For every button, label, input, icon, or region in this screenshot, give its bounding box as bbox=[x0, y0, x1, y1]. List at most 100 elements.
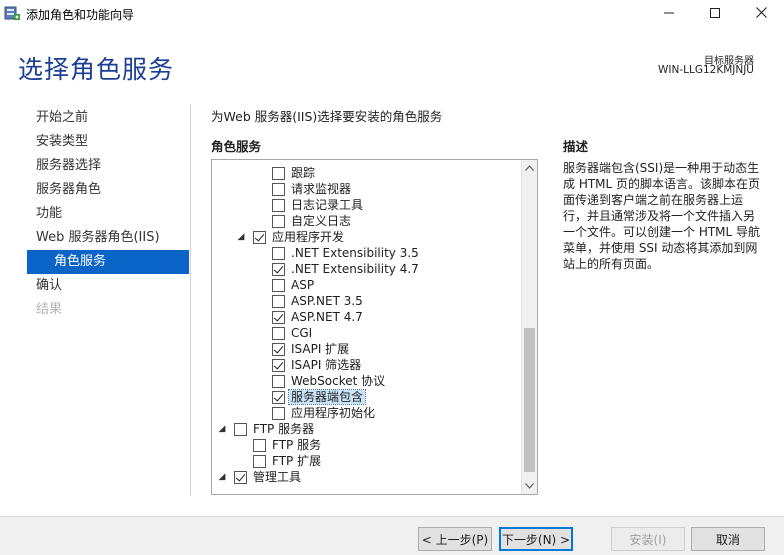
tree-item-checkbox[interactable] bbox=[272, 295, 285, 308]
nav-item-features[interactable]: 功能 bbox=[27, 202, 189, 226]
cancel-button[interactable]: 取消 bbox=[691, 527, 765, 551]
chevron-up-icon bbox=[525, 164, 534, 173]
tree-item-checkbox[interactable] bbox=[272, 247, 285, 260]
tree-item[interactable]: 应用程序初始化 bbox=[212, 405, 522, 421]
chevron-down-icon bbox=[525, 482, 534, 491]
tree-item-checkbox[interactable] bbox=[272, 375, 285, 388]
expand-toggle-icon[interactable]: ◢ bbox=[216, 469, 228, 485]
tree-item-label: .NET Extensibility 4.7 bbox=[291, 262, 419, 276]
tree-item[interactable]: WebSocket 协议 bbox=[212, 373, 522, 389]
scroll-thumb[interactable] bbox=[524, 328, 535, 472]
tree-item[interactable]: .NET Extensibility 3.5 bbox=[212, 245, 522, 261]
tree-item-checkbox[interactable] bbox=[272, 343, 285, 356]
instruction-text: 为Web 服务器(IIS)选择要安装的角色服务 bbox=[211, 109, 443, 124]
tree-item-label: ISAPI 扩展 bbox=[291, 342, 350, 356]
tree-item[interactable]: ◢ FTP 服务器 bbox=[212, 421, 522, 437]
nav-item-role-services[interactable]: 角色服务 bbox=[27, 250, 189, 274]
tree-item-checkbox[interactable] bbox=[272, 263, 285, 276]
scroll-down-button[interactable] bbox=[522, 478, 537, 494]
close-button[interactable] bbox=[738, 0, 784, 28]
server-manager-icon bbox=[4, 5, 21, 21]
tree-item-label: ASP bbox=[291, 278, 315, 292]
tree-item-label: FTP 服务器 bbox=[253, 422, 315, 436]
maximize-icon bbox=[710, 7, 720, 21]
tree-item-checkbox[interactable] bbox=[253, 439, 266, 452]
nav-item-server-selection[interactable]: 服务器选择 bbox=[27, 154, 189, 178]
tree-item[interactable]: 服务器端包含 bbox=[212, 389, 522, 405]
tree-item[interactable]: 请求监视器 bbox=[212, 181, 522, 197]
tree-item-checkbox[interactable] bbox=[272, 311, 285, 324]
tree-item[interactable]: ISAPI 扩展 bbox=[212, 341, 522, 357]
tree-item-checkbox[interactable] bbox=[272, 167, 285, 180]
tree-item-label: ASP.NET 3.5 bbox=[291, 294, 363, 308]
minimize-button[interactable] bbox=[646, 0, 692, 28]
nav-item-before-you-begin[interactable]: 开始之前 bbox=[27, 106, 189, 130]
tree-item-label: 请求监视器 bbox=[291, 182, 352, 196]
role-services-heading: 角色服务 bbox=[211, 139, 262, 154]
tree-item-checkbox[interactable] bbox=[234, 471, 247, 484]
nav-item-web-server-role[interactable]: Web 服务器角色(IIS) bbox=[27, 226, 189, 250]
nav-item-results: 结果 bbox=[36, 302, 63, 317]
tree-item[interactable]: FTP 服务 bbox=[212, 437, 522, 453]
tree-item[interactable]: .NET Extensibility 4.7 bbox=[212, 261, 522, 277]
tree-item-label: ASP.NET 4.7 bbox=[291, 310, 363, 324]
tree-item-label: CGI bbox=[291, 326, 313, 340]
tree-item-label: 管理工具 bbox=[253, 470, 302, 484]
tree-item-label: ISAPI 筛选器 bbox=[291, 358, 362, 372]
window-title: 添加角色和功能向导 bbox=[26, 8, 135, 22]
expand-toggle-icon[interactable]: ◢ bbox=[216, 421, 228, 437]
next-button[interactable]: 下一步(N) > bbox=[499, 527, 573, 551]
tree-item-label: 应用程序开发 bbox=[272, 230, 345, 244]
tree-item-label: .NET Extensibility 3.5 bbox=[291, 246, 419, 260]
tree-item-checkbox[interactable] bbox=[272, 199, 285, 212]
tree-item-checkbox[interactable] bbox=[272, 407, 285, 420]
tree-item-checkbox[interactable] bbox=[253, 231, 266, 244]
tree-items: 跟踪请求监视器日志记录工具 自定义日志 ◢ 应用程序开发 .NET Extensibil… bbox=[212, 165, 522, 485]
minimize-icon bbox=[664, 7, 674, 21]
tree-item-label: 服务器端包含 bbox=[287, 389, 367, 405]
tree-item[interactable]: FTP 扩展 bbox=[212, 453, 522, 469]
tree-item[interactable]: 跟踪 bbox=[212, 165, 522, 181]
tree-item[interactable]: CGI bbox=[212, 325, 522, 341]
tree-item-checkbox[interactable] bbox=[272, 391, 285, 404]
expand-toggle-icon[interactable]: ◢ bbox=[235, 229, 247, 245]
tree-item-checkbox[interactable] bbox=[272, 279, 285, 292]
maximize-button[interactable] bbox=[692, 0, 738, 28]
page-title: 选择角色服务 bbox=[18, 55, 175, 84]
tree-item-checkbox[interactable] bbox=[253, 455, 266, 468]
scroll-up-button[interactable] bbox=[522, 160, 537, 176]
wizard-footer: < 上一步(P) 下一步(N) > 安装(I) 取消 bbox=[0, 516, 784, 555]
tree-item-label: 跟踪 bbox=[291, 166, 316, 180]
tree-item[interactable]: ◢ 管理工具 bbox=[212, 469, 522, 485]
role-services-tree[interactable]: 跟踪请求监视器日志记录工具 自定义日志 ◢ 应用程序开发 .NET Extensibil… bbox=[211, 159, 538, 495]
previous-button[interactable]: < 上一步(P) bbox=[418, 527, 492, 551]
tree-item[interactable]: ASP.NET 4.7 bbox=[212, 309, 522, 325]
tree-item-label: FTP 服务 bbox=[272, 438, 322, 452]
tree-item-checkbox[interactable] bbox=[272, 215, 285, 228]
description-heading: 描述 bbox=[563, 139, 589, 154]
nav-item-installation-type[interactable]: 安装类型 bbox=[27, 130, 189, 154]
tree-item-label: 自定义日志 bbox=[291, 214, 352, 228]
tree-item-label: 日志记录工具 bbox=[291, 198, 364, 212]
tree-item-checkbox[interactable] bbox=[272, 183, 285, 196]
tree-item[interactable]: 日志记录工具 bbox=[212, 197, 522, 213]
tree-item[interactable]: ISAPI 筛选器 bbox=[212, 357, 522, 373]
install-button: 安装(I) bbox=[611, 527, 685, 551]
title-bar: 添加角色和功能向导 bbox=[0, 0, 784, 28]
nav-item-confirmation[interactable]: 确认 bbox=[27, 274, 189, 298]
close-icon bbox=[755, 7, 767, 21]
tree-item-label: 应用程序初始化 bbox=[291, 406, 376, 420]
wizard-nav: 开始之前 安装类型 服务器选择 服务器角色 功能 Web 服务器角色(IIS) … bbox=[27, 106, 189, 322]
tree-item[interactable]: ASP bbox=[212, 277, 522, 293]
nav-item-server-roles[interactable]: 服务器角色 bbox=[27, 178, 189, 202]
tree-item-checkbox[interactable] bbox=[272, 359, 285, 372]
target-server-name: WIN-LLG12KMJNJU bbox=[658, 64, 754, 76]
tree-item[interactable]: ASP.NET 3.5 bbox=[212, 293, 522, 309]
tree-item-checkbox[interactable] bbox=[272, 327, 285, 340]
tree-item-checkbox[interactable] bbox=[234, 423, 247, 436]
tree-item[interactable]: ◢ 应用程序开发 bbox=[212, 229, 522, 245]
tree-scrollbar[interactable] bbox=[521, 160, 537, 494]
nav-divider bbox=[190, 104, 191, 496]
tree-item[interactable]: 自定义日志 bbox=[212, 213, 522, 229]
description-text: 服务器端包含(SSI)是一种用于动态生成 HTML 页的脚本语言。该脚本在页面传… bbox=[563, 161, 761, 271]
